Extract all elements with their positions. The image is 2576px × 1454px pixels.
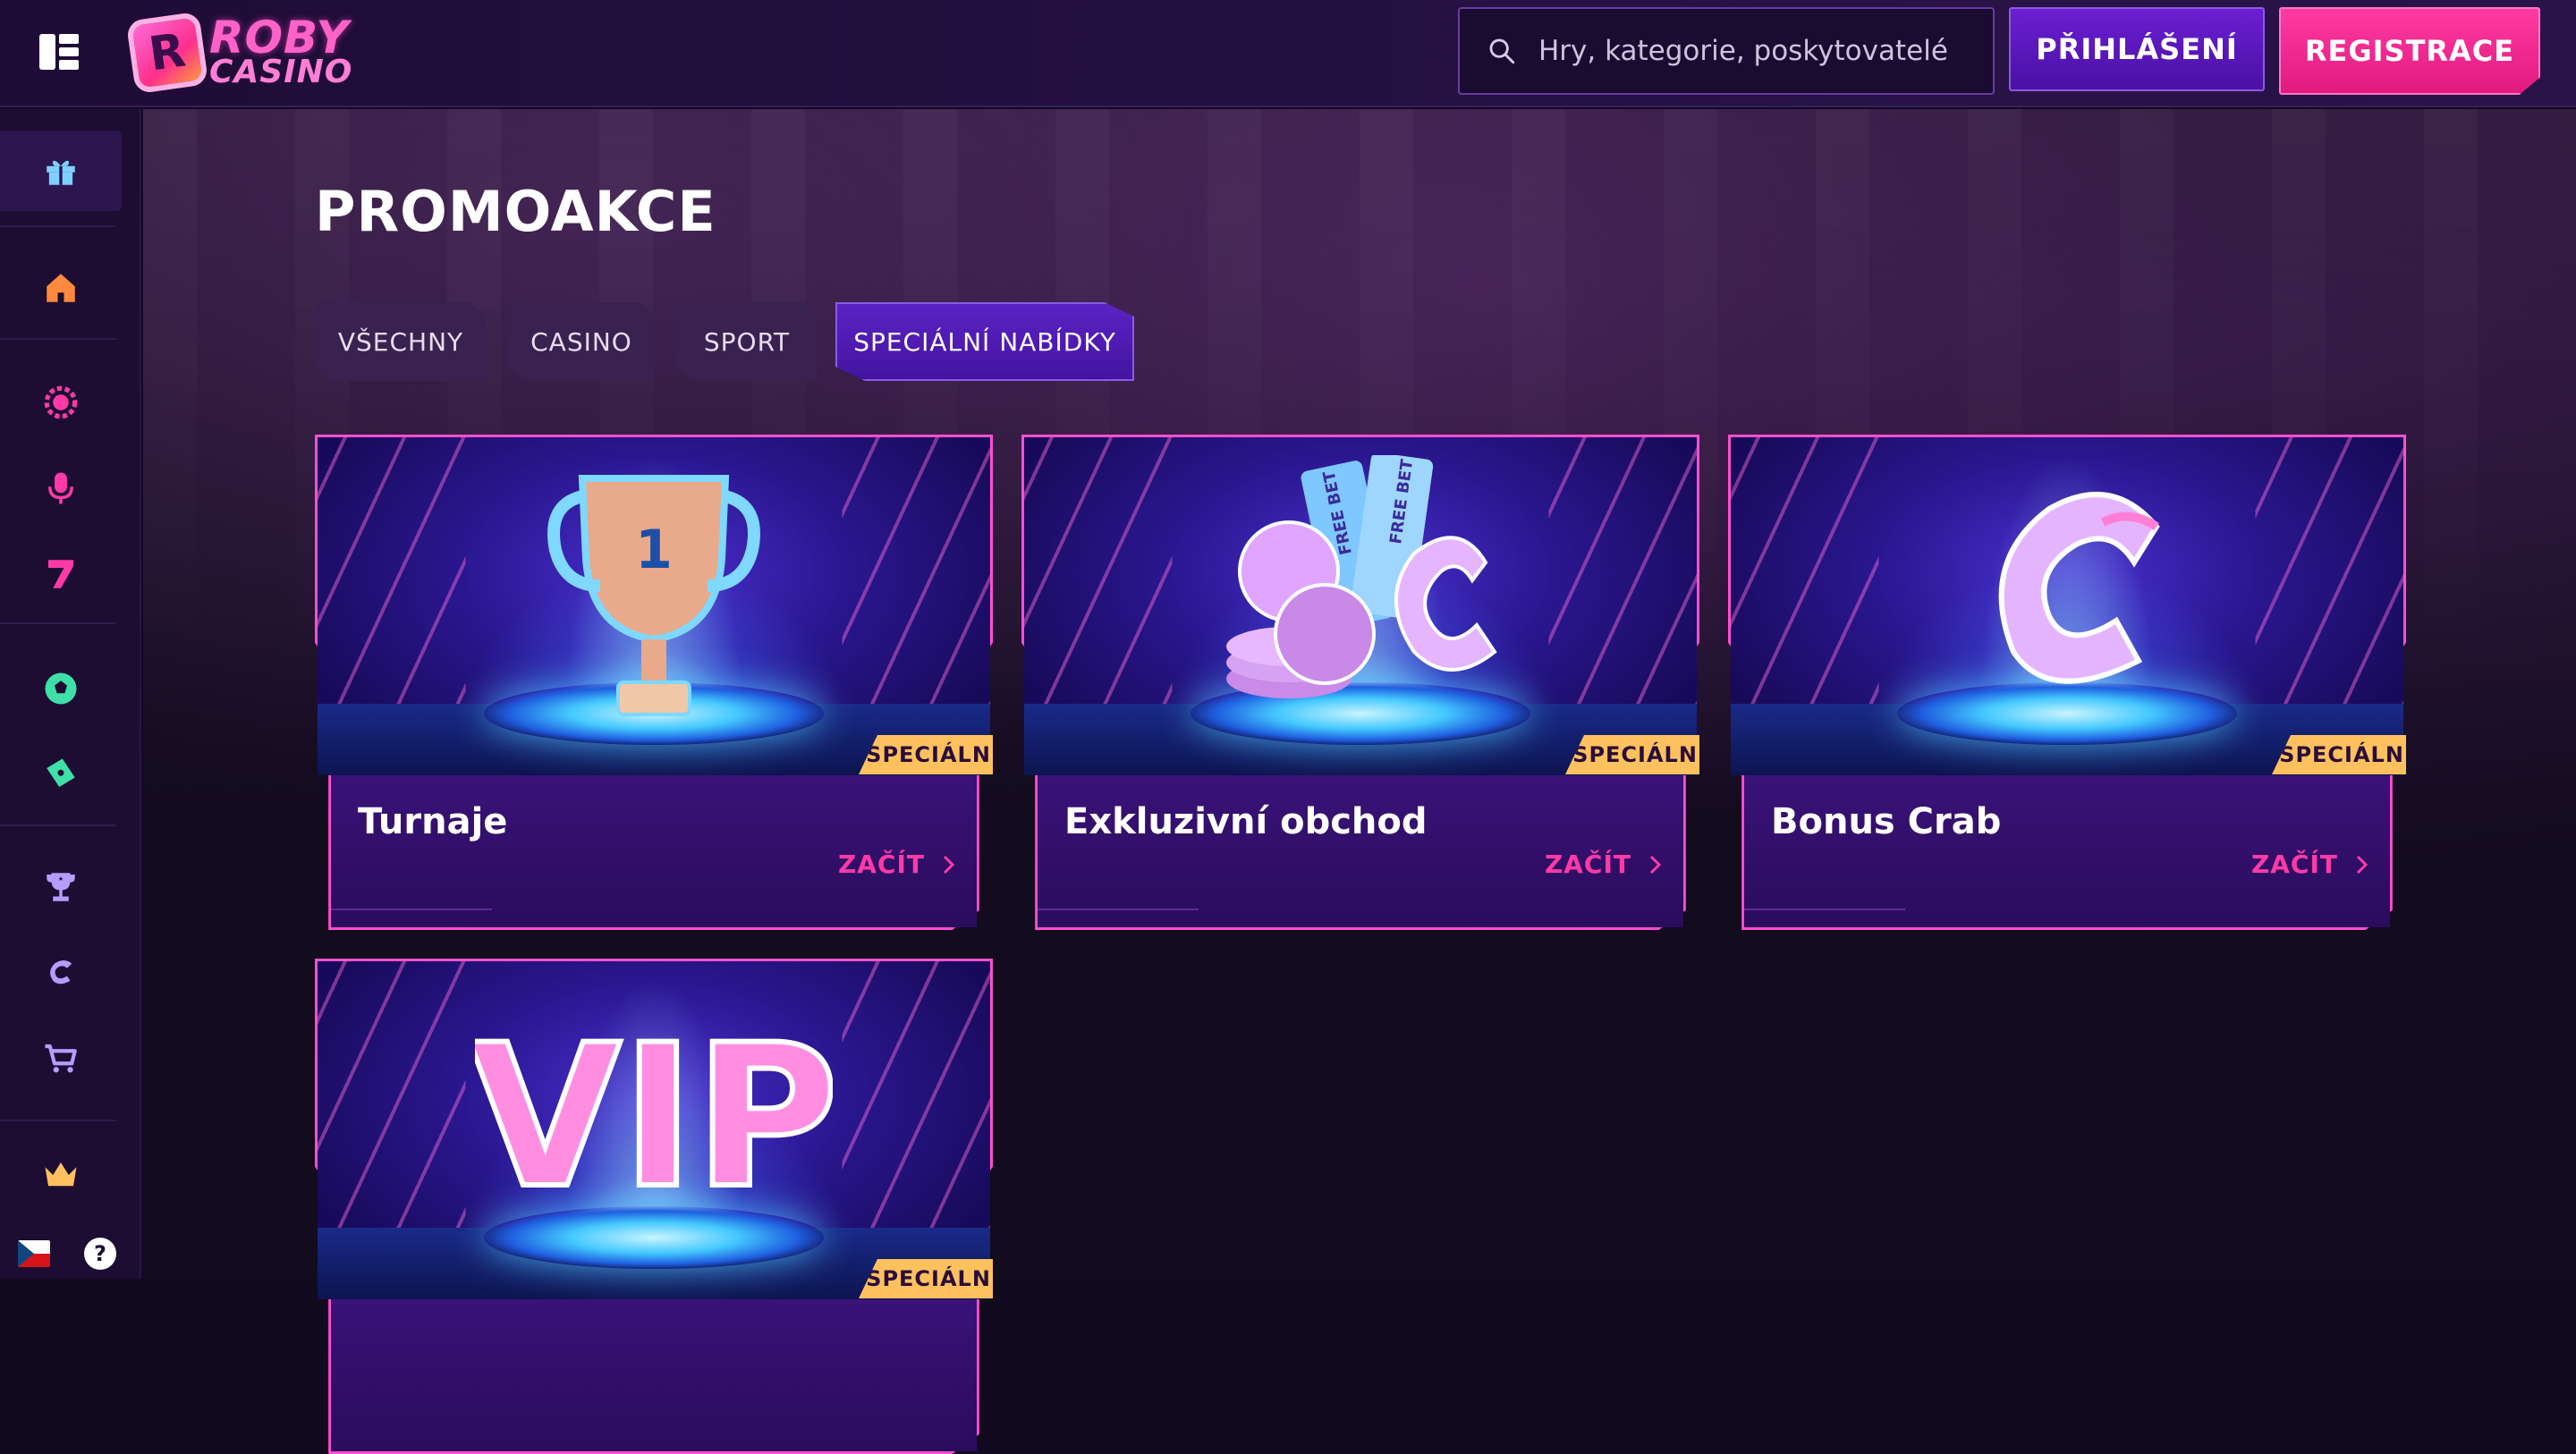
status-badge: SPECIÁLNÍ [1565, 735, 1699, 774]
status-badge: SPECIÁLNÍ [2272, 735, 2406, 774]
logo-line-1: ROBY [209, 12, 350, 64]
ticket-icon [47, 758, 75, 787]
sidebar-divider [0, 225, 116, 227]
status-badge: SPECIÁLNÍ [859, 735, 993, 774]
coins-tickets-art-icon: FREE BET FREE BET [1226, 455, 1497, 698]
promo-card-vip[interactable]: VIP SPECIÁLNÍ [315, 959, 993, 1454]
sidebar-item-live-shows[interactable] [36, 463, 86, 513]
sidebar-divider [0, 1120, 116, 1121]
sidebar-item-vip[interactable] [36, 1150, 86, 1200]
search-icon [1489, 38, 1515, 64]
sidebar-divider [0, 622, 116, 624]
sidebar-item-promotions[interactable] [0, 131, 122, 211]
microphone-icon [48, 472, 73, 504]
start-button[interactable]: ZAČÍT [2251, 850, 2370, 879]
search-input[interactable] [1538, 35, 1968, 67]
sidebar-item-slots[interactable] [36, 549, 86, 599]
status-badge: SPECIÁLNÍ [859, 1259, 993, 1298]
tab-casino[interactable]: CASINO [508, 302, 655, 381]
tab-sport[interactable]: SPORT [676, 302, 818, 381]
logo-line-2: CASINO [209, 54, 353, 91]
promo-card-title: Bonus Crab [1771, 801, 2002, 842]
start-button[interactable]: ZAČÍT [838, 850, 957, 879]
promo-card-image [1731, 437, 2403, 775]
svg-text:VIP: VIP [475, 1002, 833, 1231]
top-bar: R ROBY CASINO PŘIHLÁŠENÍ REGISTRACE [0, 0, 2576, 107]
svg-text:1: 1 [635, 519, 673, 581]
promo-card-image: VIP [318, 961, 990, 1299]
trophy-icon [47, 873, 75, 901]
tab-special-offers[interactable]: SPECIÁLNÍ NABÍDKY [835, 302, 1134, 381]
chevron-right-icon [1649, 855, 1662, 874]
promo-card-tournaments[interactable]: 1 SPECIÁLNÍ Turnaje ZAČÍT [315, 435, 993, 930]
sidebar-item-bonus-crab[interactable] [36, 948, 86, 998]
language-flag-icon[interactable] [18, 1240, 50, 1267]
soccer-ball-icon [45, 672, 77, 705]
sidebar-item-tournaments[interactable] [36, 862, 86, 912]
sidebar-divider [0, 824, 116, 826]
sidebar-item-live-casino[interactable] [36, 377, 86, 427]
start-button[interactable]: ZAČÍT [1545, 850, 1664, 879]
promo-card-title: Exkluzivní obchod [1064, 801, 1428, 842]
menu-icon[interactable] [39, 34, 80, 71]
start-button-label: ZAČÍT [2250, 850, 2338, 879]
sidebar-item-betslip[interactable] [36, 749, 86, 799]
sidebar-item-sport[interactable] [36, 664, 86, 714]
logo-text: ROBY CASINO [209, 12, 353, 91]
register-button[interactable]: REGISTRACE [2279, 7, 2540, 95]
logo[interactable]: R ROBY CASINO [125, 11, 363, 95]
start-button-label: ZAČÍT [1544, 850, 1631, 879]
search-box[interactable] [1458, 7, 1995, 95]
chevron-right-icon [2356, 855, 2368, 874]
live-casino-icon [44, 385, 78, 419]
login-button[interactable]: PŘIHLÁŠENÍ [2009, 7, 2265, 91]
promo-card-image: FREE BET FREE BET [1024, 437, 1697, 775]
sidebar-item-shop[interactable] [36, 1034, 86, 1084]
crown-icon [45, 1162, 77, 1187]
sidebar-item-home[interactable] [36, 263, 86, 313]
promo-card-title: Turnaje [358, 801, 508, 842]
start-button-label: ZAČÍT [837, 850, 925, 879]
trophy-art-icon: 1 [547, 475, 760, 716]
sidebar: ? [0, 109, 141, 1279]
promo-card-bonus-crab[interactable]: SPECIÁLNÍ Bonus Crab ZAČÍT [1728, 435, 2406, 930]
promo-card-image: 1 [318, 437, 990, 775]
vip-art-icon: VIP [475, 1000, 833, 1234]
page-title: PROMOAKCE [315, 179, 716, 244]
promo-card-exclusive-shop[interactable]: FREE BET FREE BET SPECIÁLNÍ Exkluzivní o… [1021, 435, 1699, 930]
tab-all[interactable]: VŠECHNY [315, 302, 487, 381]
slots-seven-icon [48, 560, 73, 588]
home-icon [47, 274, 75, 302]
crab-c-art-icon [1998, 492, 2160, 684]
cart-icon [45, 1044, 77, 1073]
logo-mark: R [125, 11, 209, 95]
sidebar-footer: ? [18, 1236, 125, 1272]
gift-icon [47, 160, 75, 185]
crab-c-icon [50, 960, 72, 985]
chevron-right-icon [943, 855, 955, 874]
help-icon[interactable]: ? [84, 1238, 116, 1270]
sidebar-divider [0, 338, 116, 340]
